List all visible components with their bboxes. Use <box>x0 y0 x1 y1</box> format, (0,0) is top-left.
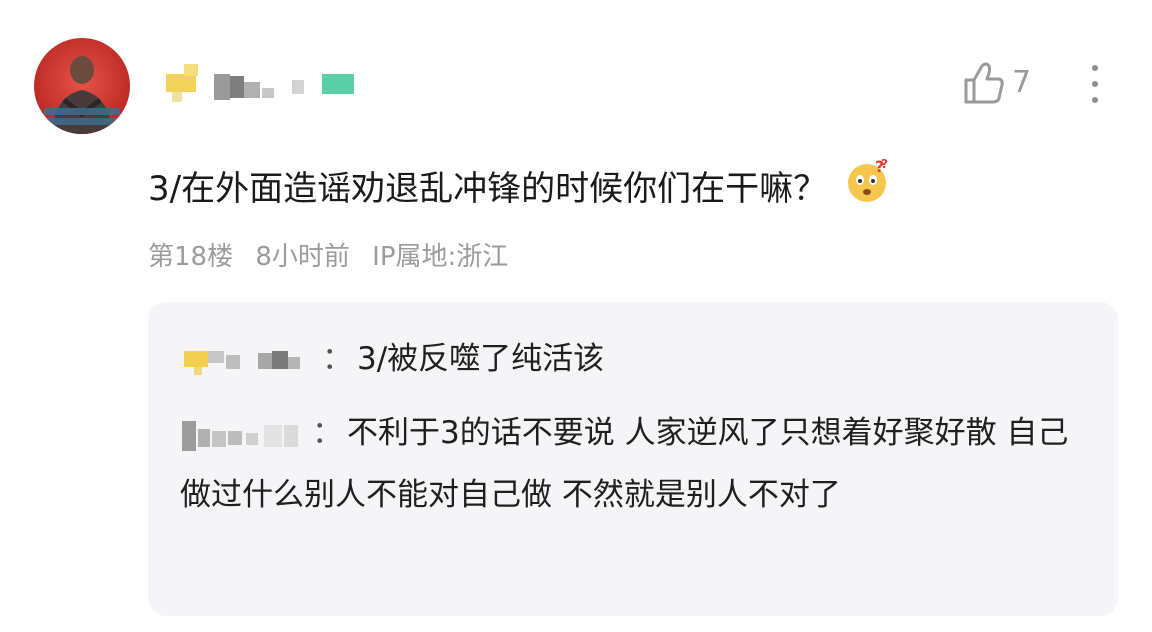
comment-card: 7 3/在外面造谣劝退乱冲锋的时候你们在干嘛？ ? ? 第18楼 8小时前 IP… <box>0 0 1152 632</box>
reply-item[interactable]: ：不利于3的话不要说 人家逆风了只想着好聚好散 自己做过什么别人不能对自己做 不… <box>180 402 1080 526</box>
ip-location: IP属地:浙江 <box>372 242 509 272</box>
reply-separator: ： <box>312 415 343 451</box>
comment-meta: 第18楼 8小时前 IP属地:浙江 <box>148 236 522 273</box>
reply-separator: ： <box>322 341 353 377</box>
svg-text:?: ? <box>881 158 888 171</box>
comment-text: 3/在外面造谣劝退乱冲锋的时候你们在干嘛？ <box>148 169 828 209</box>
more-options-button[interactable] <box>1082 62 1108 106</box>
replies-panel[interactable]: ： 3/被反噬了纯活该 ：不利于3的话不要说 人家逆风了只想着好聚好散 自己做过… <box>148 302 1118 616</box>
thumbs-up-icon <box>964 62 1004 104</box>
floor-number: 第18楼 <box>148 242 234 272</box>
comment-body: 3/在外面造谣劝退乱冲锋的时候你们在干嘛？ ? ? <box>148 157 891 213</box>
timestamp: 8小时前 <box>255 242 350 272</box>
avatar-image <box>34 38 130 134</box>
like-count: 7 <box>1012 65 1032 100</box>
reply-username-blurred[interactable] <box>180 339 320 379</box>
confused-face-emoji: ? ? <box>845 157 891 213</box>
reply-username-blurred[interactable] <box>180 415 310 455</box>
vertical-dots-icon <box>1092 65 1098 103</box>
avatar[interactable] <box>34 38 130 134</box>
reply-text: 3/被反噬了纯活该 <box>357 341 605 377</box>
reply-item[interactable]: ： 3/被反噬了纯活该 <box>180 328 604 390</box>
like-button[interactable]: 7 <box>962 60 1031 106</box>
username-blurred[interactable] <box>162 62 362 108</box>
